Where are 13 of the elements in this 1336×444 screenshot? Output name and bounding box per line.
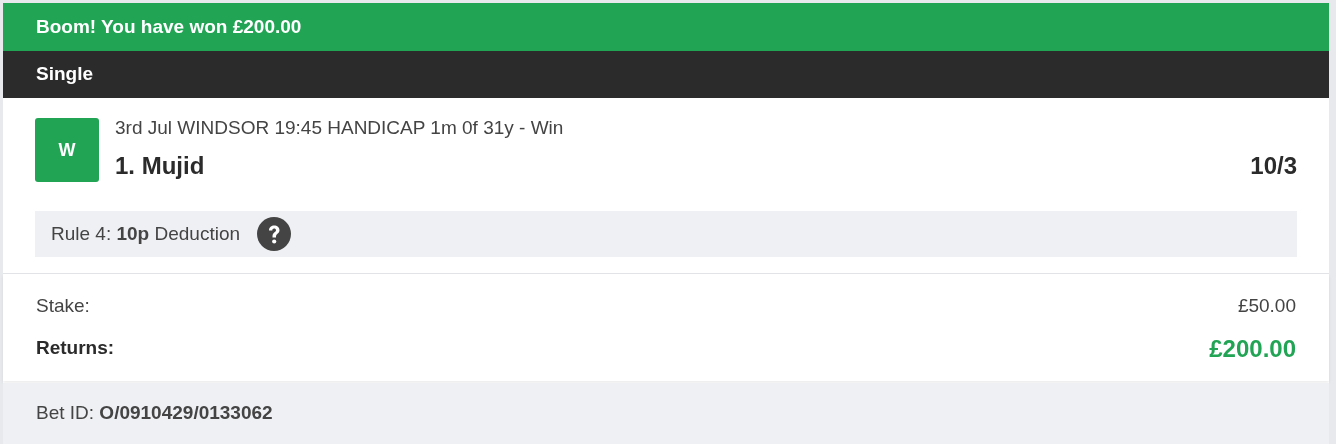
stake-label: Stake: xyxy=(36,294,90,318)
odds: 10/3 xyxy=(1250,151,1297,181)
bet-id: Bet ID: O/0910429/0133062 xyxy=(36,401,273,425)
runner-name: 1. Mujid xyxy=(115,151,205,181)
bet-type: Single xyxy=(36,62,93,87)
win-message: Boom! You have won £200.00 xyxy=(36,14,302,39)
returns-value: £200.00 xyxy=(1209,333,1296,364)
returns-label: Returns: xyxy=(36,336,115,361)
rule4-text: Rule 4: 10p Deduction xyxy=(51,221,241,246)
help-icon[interactable] xyxy=(257,217,292,251)
result-badge: W xyxy=(35,118,99,182)
event-details: 3rd Jul WINDSOR 19:45 HANDICAP 1m 0f 31y - Win xyxy=(115,117,564,139)
stake-value: £50.00 xyxy=(1237,294,1296,318)
